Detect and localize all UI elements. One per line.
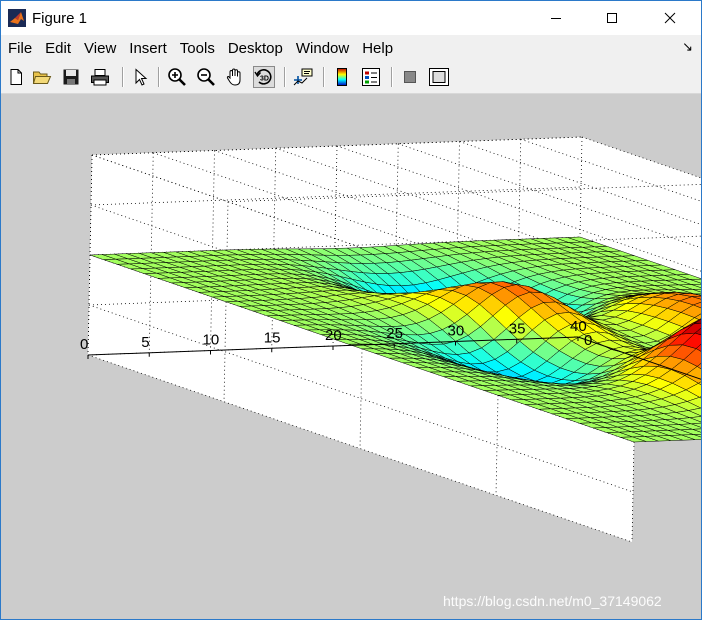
- title-bar[interactable]: Figure 1: [1, 1, 701, 35]
- zoom-out-button[interactable]: [195, 66, 217, 88]
- pan-hand-icon: [226, 68, 241, 86]
- insert-legend-icon: [362, 68, 380, 86]
- x-tick-label: 25: [386, 325, 403, 342]
- surface-plot[interactable]: 0510152025303540010203040-10-50510: [1, 94, 701, 619]
- data-cursor-icon: [293, 68, 313, 86]
- hide-plot-tools-button[interactable]: [399, 66, 421, 88]
- rotate-3d-icon: 3D: [254, 69, 272, 85]
- figure-toolbar: 3D: [1, 61, 701, 94]
- y-tick-label: 0: [584, 332, 592, 349]
- toolbar-separator: [158, 67, 160, 87]
- menu-desktop[interactable]: Desktop: [221, 40, 289, 57]
- plot-area[interactable]: 0510152025303540010203040-10-50510: [1, 94, 701, 619]
- menu-insert[interactable]: Insert: [122, 40, 173, 57]
- menu-help[interactable]: Help: [355, 40, 399, 57]
- insert-legend-button[interactable]: [360, 66, 382, 88]
- maximize-icon: [607, 13, 617, 23]
- toolbar-separator: [323, 67, 325, 87]
- x-tick-label: 15: [264, 329, 281, 346]
- new-figure-button[interactable]: [5, 66, 27, 88]
- figure-window: Figure 1 File Edit View Insert Tools Des…: [0, 0, 702, 620]
- window-title: Figure 1: [32, 9, 88, 27]
- dock-figure-icon[interactable]: ↘: [682, 39, 693, 55]
- matlab-logo-icon: [8, 9, 26, 27]
- save-button[interactable]: [60, 66, 82, 88]
- watermark: https://blog.csdn.net/m0_37149062: [443, 593, 662, 609]
- open-file-icon: [32, 71, 52, 84]
- insert-colorbar-icon: [337, 68, 347, 86]
- minimize-button[interactable]: [533, 1, 579, 35]
- close-button[interactable]: [647, 1, 693, 35]
- minimize-icon: [551, 18, 561, 19]
- zoom-in-button[interactable]: [166, 66, 188, 88]
- x-tick-label: 10: [203, 332, 220, 349]
- x-tick-label: 20: [325, 327, 342, 344]
- edit-plot-arrow-icon: [135, 68, 148, 86]
- menu-bar: File Edit View Insert Tools Desktop Wind…: [1, 35, 701, 61]
- pan-button[interactable]: [224, 66, 246, 88]
- print-icon: [91, 69, 109, 86]
- x-tick-label: 30: [448, 323, 465, 340]
- x-tick-label: 35: [509, 320, 526, 337]
- show-plot-tools-button[interactable]: [428, 66, 450, 88]
- data-cursor-button[interactable]: [292, 66, 314, 88]
- menu-edit[interactable]: Edit: [38, 40, 77, 57]
- show-plot-tools-icon: [429, 68, 449, 86]
- save-icon: [63, 69, 79, 85]
- new-figure-icon: [10, 69, 22, 85]
- insert-colorbar-button[interactable]: [331, 66, 353, 88]
- toolbar-separator: [391, 67, 393, 87]
- rotate-3d-button[interactable]: 3D: [253, 66, 275, 88]
- edit-plot-button[interactable]: [130, 66, 152, 88]
- svg-text:3D: 3D: [260, 76, 269, 83]
- print-button[interactable]: [89, 66, 111, 88]
- x-tick-label: 0: [80, 336, 88, 353]
- menu-view[interactable]: View: [77, 40, 122, 57]
- close-icon: [664, 12, 676, 24]
- open-file-button[interactable]: [31, 66, 53, 88]
- zoom-out-icon: [197, 68, 215, 86]
- menu-window[interactable]: Window: [289, 40, 355, 57]
- zoom-in-icon: [168, 68, 186, 86]
- hide-plot-tools-icon: [404, 71, 416, 83]
- toolbar-separator: [122, 67, 124, 87]
- toolbar-separator: [284, 67, 286, 87]
- x-tick-label: 5: [141, 334, 149, 351]
- maximize-button[interactable]: [589, 1, 635, 35]
- menu-file[interactable]: File: [1, 40, 38, 57]
- menu-tools[interactable]: Tools: [173, 40, 221, 57]
